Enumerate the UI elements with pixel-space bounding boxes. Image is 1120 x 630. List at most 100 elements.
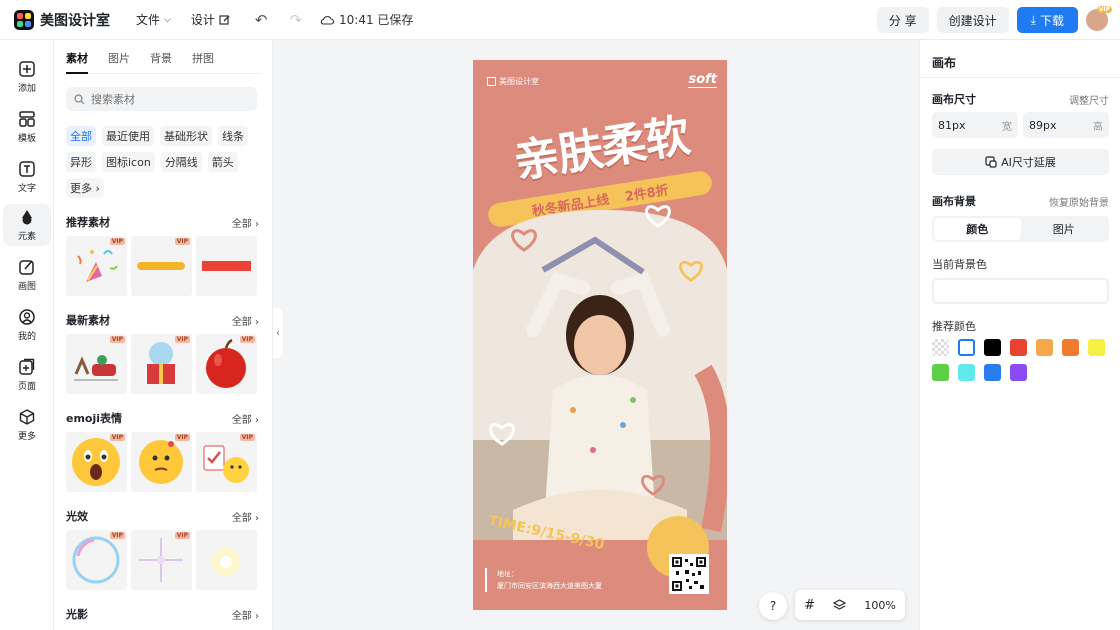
swatch-purple[interactable] [1010,364,1027,381]
asset-thumb[interactable]: VIP [131,236,192,296]
asset-thumb[interactable]: VIP [66,530,127,590]
swatch-blue[interactable] [984,364,1001,381]
swatch-yellow[interactable] [1088,339,1105,356]
vip-badge: VIP [174,238,190,245]
top-bar: 美图设计室 文件 ⌵ 设计 ↶ ↷ 10:41 已保存 分 享 创建设计 ⤓ 下… [0,0,1120,40]
vip-badge: VIP [239,434,255,441]
redo-icon[interactable]: ↷ [289,11,302,29]
height-field[interactable]: 89px 高 [1023,112,1109,138]
resize-link[interactable]: 调整尺寸 [1069,92,1109,107]
asset-thumb[interactable]: VIP [131,432,192,492]
red-bar [202,261,251,271]
swatch-red[interactable] [1010,339,1027,356]
ai-resize-button[interactable]: AI尺寸延展 [932,149,1109,175]
asset-thumb[interactable]: VIP [66,432,127,492]
undo-icon[interactable]: ↶ [255,11,268,29]
canvas-size-row: 画布尺寸 调整尺寸 [932,91,1109,107]
asset-thumb[interactable]: VIP [66,236,127,296]
see-all-link[interactable]: 全部 › [232,215,259,230]
swatch-black[interactable] [984,339,1001,356]
thumbs-emoji: VIP VIP VIP [66,432,259,492]
chip-dividers[interactable]: 分隔线 [160,152,202,172]
asset-thumb[interactable] [196,236,257,296]
asset-thumb[interactable]: VIP [131,530,192,590]
tab-backgrounds[interactable]: 背景 [150,50,172,73]
sparkle-icon [139,538,183,582]
asset-thumb[interactable]: VIP [196,432,257,492]
tab-materials[interactable]: 素材 [66,50,88,74]
restore-bg-link[interactable]: 恢复原始背景 [1049,194,1109,209]
left-rail: 添加 模板 文字 元素 画图 我的 页面 更多 [0,40,54,630]
poster-canvas[interactable]: 美图设计室 soft 亲肤柔软 秋冬新品上线 2件8折 TIME:9/15-9/… [473,60,727,610]
vip-badge: VIP [174,336,190,343]
edit-icon [219,14,230,25]
draw-icon [19,260,34,275]
panel-title: 画布 [932,56,957,70]
chip-basic-shapes[interactable]: 基础形状 [160,126,212,146]
section-header-light-shadow: 光影 全部 › [66,606,259,622]
swatch-orange[interactable] [1062,339,1079,356]
swatch-white[interactable] [958,339,975,356]
current-bg-color[interactable] [932,278,1109,304]
tab-collage[interactable]: 拼图 [192,50,214,73]
file-menu[interactable]: 文件 ⌵ [136,11,171,28]
rail-item-draw[interactable]: 画图 [3,254,51,296]
rail-item-more[interactable]: 更多 [3,404,51,446]
rail-item-text[interactable]: 文字 [3,156,51,198]
chip-arrows[interactable]: 箭头 [207,152,238,172]
design-menu-label: 设计 [190,13,215,27]
see-all-link[interactable]: 全部 › [232,411,259,426]
rail-item-elements[interactable]: 元素 [3,204,51,246]
grid-logo-icon [487,77,496,86]
width-field[interactable]: 81px 宽 [932,112,1018,138]
chip-more[interactable]: 更多 › [66,178,104,198]
address-text: 厦门市同安区滨海西大道美图大厦 [497,582,602,590]
cube-icon [19,409,35,425]
help-button[interactable]: ? [759,592,787,620]
download-button[interactable]: ⤓ 下载 [1016,7,1078,33]
zoom-level[interactable]: 100% [864,599,895,612]
swatch-cyan[interactable] [958,364,975,381]
grid-icon[interactable]: # [804,598,815,613]
poster-brand-text: 美图设计室 [499,77,539,86]
vip-badge: VIP [109,336,125,343]
search-input[interactable] [91,92,241,106]
seg-color[interactable]: 颜色 [934,218,1021,240]
see-all-link[interactable]: 全部 › [232,509,259,524]
rail-item-template[interactable]: 模板 [3,106,51,148]
seg-image[interactable]: 图片 [1021,218,1108,240]
chip-recent[interactable]: 最近使用 [102,126,154,146]
rail-item-mine[interactable]: 我的 [3,304,51,346]
app-logo[interactable]: 美图设计室 [14,9,110,30]
share-button[interactable]: 分 享 [876,7,929,33]
chip-icons[interactable]: 图标icon [102,152,155,172]
swatch-green[interactable] [932,364,949,381]
asset-thumb[interactable] [196,530,257,590]
rail-item-add[interactable]: 添加 [3,56,51,98]
ai-expand-icon [985,156,997,168]
avatar[interactable]: VIP [1086,6,1112,31]
section-header-emoji: emoji表情 全部 › [66,410,259,426]
chip-all[interactable]: 全部 [66,126,96,146]
layers-icon[interactable] [833,598,847,612]
asset-thumb[interactable]: VIP [196,334,257,394]
recommended-row: 推荐颜色 [932,318,1109,334]
design-menu[interactable]: 设计 [191,11,231,28]
rail-label: 模板 [17,134,36,144]
asset-thumb[interactable]: VIP [131,334,192,394]
swatch-light-orange[interactable] [1036,339,1053,356]
see-all-link[interactable]: 全部 › [232,607,259,622]
shapes-icon [22,210,32,225]
chip-lines[interactable]: 线条 [218,126,248,146]
tab-images[interactable]: 图片 [108,50,130,73]
asset-thumb[interactable]: VIP [66,334,127,394]
save-status: 10:41 已保存 [320,11,413,28]
rail-item-page[interactable]: 页面 [3,354,51,396]
see-all-link[interactable]: 全部 › [232,313,259,328]
section-title: 光效 [66,510,88,523]
swatch-transparent[interactable] [932,339,949,356]
section-title: 光影 [66,608,88,621]
chip-irregular[interactable]: 异形 [66,152,96,172]
see-all-label: 全部 [231,610,252,622]
create-design-button[interactable]: 创建设计 [936,7,1009,33]
